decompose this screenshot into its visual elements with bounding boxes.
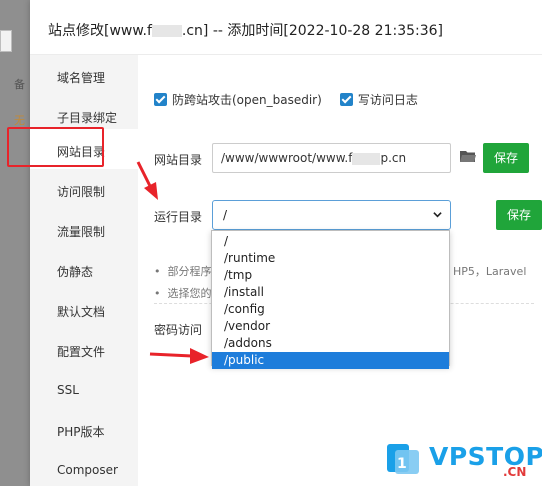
red-arrow-icon bbox=[149, 348, 209, 364]
sidebar-item-composer[interactable]: Composer bbox=[30, 449, 138, 486]
run-dir-label: 运行目录 bbox=[154, 210, 203, 224]
dropdown-option[interactable]: /tmp bbox=[212, 267, 449, 284]
dropdown-option[interactable]: /runtime bbox=[212, 250, 449, 267]
background-text: 备 bbox=[14, 78, 25, 91]
background-page: 备 无 bbox=[0, 0, 30, 486]
dropdown-option[interactable]: /install bbox=[212, 284, 449, 301]
watermark-logo: 1 VPSTOP .CN bbox=[385, 438, 542, 482]
help-notes: • 部分程序 • 选择您的 bbox=[154, 261, 211, 305]
note-line: • 部分程序 bbox=[154, 265, 212, 278]
sidebar-item-ssl[interactable]: SSL bbox=[30, 369, 138, 409]
anti-cross-checkbox[interactable] bbox=[154, 93, 167, 106]
sidebar-item-access-limit[interactable]: 访问限制 bbox=[30, 169, 138, 209]
sidebar-item-traffic-limit[interactable]: 流量限制 bbox=[30, 209, 138, 249]
save-run-dir-button[interactable]: 保存 bbox=[496, 200, 542, 230]
red-arrow-icon bbox=[136, 161, 158, 200]
run-dir-select[interactable]: / bbox=[212, 200, 451, 230]
dropdown-option[interactable]: /vendor bbox=[212, 318, 449, 335]
site-dir-input[interactable]: /www/wwwroot/www.f p.cn bbox=[212, 143, 451, 173]
anti-cross-label: 防跨站攻击(open_basedir) bbox=[172, 93, 322, 107]
dropdown-option[interactable]: /config bbox=[212, 301, 449, 318]
settings-sidebar: 域名管理 子目录绑定 网站目录 访问限制 流量限制 伪静态 默认文档 配置文件 … bbox=[30, 55, 138, 486]
redacted-text bbox=[151, 25, 182, 37]
save-site-dir-button[interactable]: 保存 bbox=[483, 143, 529, 173]
dialog-title: 站点修改[www.f .cn] -- 添加时间[2022-10-28 21:35:… bbox=[30, 0, 542, 55]
sidebar-item-default-doc[interactable]: 默认文档 bbox=[30, 289, 138, 329]
dropdown-option-selected[interactable]: /public bbox=[212, 352, 449, 369]
note-line: • 选择您的 bbox=[154, 287, 212, 300]
options-row: 防跨站攻击(open_basedir) 写访问日志 bbox=[154, 91, 436, 108]
folder-icon[interactable] bbox=[460, 150, 476, 163]
access-log-checkbox[interactable] bbox=[339, 93, 353, 106]
note-line-tail: HP5，Laravel bbox=[453, 265, 527, 278]
sidebar-item-config-file[interactable]: 配置文件 bbox=[30, 329, 138, 369]
sidebar-item-rewrite[interactable]: 伪静态 bbox=[30, 249, 138, 289]
vpstop-logo-icon: 1 bbox=[387, 444, 419, 474]
svg-text:1: 1 bbox=[397, 456, 407, 472]
watermark-subtext: .CN bbox=[503, 465, 527, 479]
password-access-label[interactable]: 密码访问 bbox=[154, 321, 202, 338]
dropdown-option[interactable]: / bbox=[212, 233, 449, 250]
highlight-box bbox=[7, 127, 104, 167]
dropdown-option[interactable]: /addons bbox=[212, 335, 449, 352]
redacted-text bbox=[352, 152, 381, 165]
sidebar-item-domains[interactable]: 域名管理 bbox=[30, 55, 138, 95]
access-log-label: 写访问日志 bbox=[357, 93, 418, 107]
run-dir-value: / bbox=[223, 208, 228, 222]
background-checkbox bbox=[0, 30, 12, 52]
chevron-down-icon bbox=[433, 212, 442, 218]
sidebar-item-php-version[interactable]: PHP版本 bbox=[30, 409, 138, 449]
run-dir-dropdown: / /runtime /tmp /install /config /vendor… bbox=[211, 230, 450, 369]
